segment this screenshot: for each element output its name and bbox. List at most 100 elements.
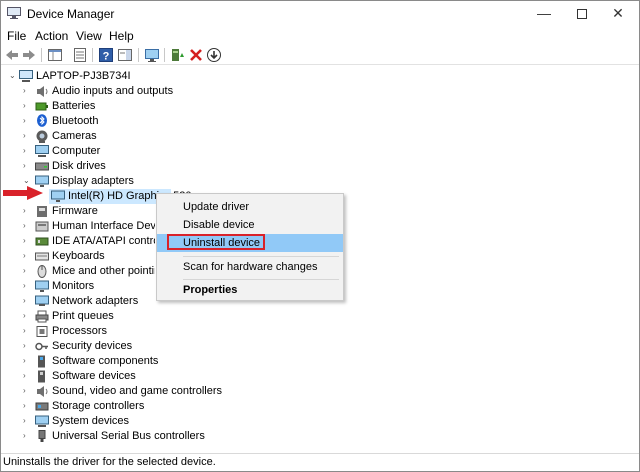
chevron-right-icon[interactable]: › [23, 282, 31, 290]
forward-arrow-icon[interactable] [21, 47, 37, 63]
tree-item-cameras[interactable]: › Cameras [1, 129, 201, 144]
uninstall-red-x-icon[interactable] [188, 47, 204, 63]
menu-bar: File Action View Help [1, 27, 639, 45]
properties-sheet-icon[interactable] [72, 47, 88, 63]
tree-item-hid[interactable]: › Human Interface Devices [1, 219, 155, 234]
computer-icon [19, 70, 33, 82]
chevron-right-icon[interactable]: › [23, 102, 31, 110]
tree-item-bluetooth[interactable]: › Bluetooth [1, 114, 201, 129]
chevron-right-icon[interactable]: › [23, 132, 31, 140]
tree-label: Bluetooth [52, 115, 99, 127]
keyboard-icon [35, 252, 49, 261]
tree-item-software-components[interactable]: › Software components [1, 354, 201, 369]
tree-label: Display adapters [52, 175, 134, 187]
device-manager-app-icon [7, 7, 21, 19]
hid-icon [35, 221, 49, 232]
disk-drive-icon [35, 162, 49, 171]
toolbar-separator [92, 48, 93, 62]
menu-item-properties[interactable]: Properties [157, 281, 343, 299]
menu-help[interactable]: Help [109, 29, 134, 43]
tree-item-batteries[interactable]: › Batteries [1, 99, 201, 114]
chevron-down-icon[interactable]: ⌄ [23, 177, 31, 185]
chevron-right-icon[interactable]: › [23, 312, 31, 320]
tree-item-disk-drives[interactable]: › Disk drives [1, 159, 201, 174]
tree-item-usb-controllers[interactable]: › Universal Serial Bus controllers [1, 429, 221, 444]
menu-item-scan-hardware[interactable]: Scan for hardware changes [157, 258, 343, 276]
tree-root-row[interactable]: ⌄ LAPTOP-PJ3B734I [1, 69, 201, 84]
svg-text:?: ? [103, 51, 110, 63]
chevron-right-icon[interactable]: › [23, 327, 31, 335]
tree-item-software-devices[interactable]: › Software devices [1, 369, 201, 384]
chevron-right-icon[interactable]: › [23, 357, 31, 365]
tree-label: Print queues [52, 310, 114, 322]
toolbar-separator [41, 48, 42, 62]
chevron-right-icon[interactable]: › [23, 402, 31, 410]
tree-label: Keyboards [52, 250, 105, 262]
chevron-right-icon[interactable]: › [23, 222, 31, 230]
help-icon[interactable]: ? [98, 47, 114, 63]
tree-label: Computer [52, 145, 101, 157]
tree-item-ide[interactable]: › IDE ATA/ATAPI controllers [1, 234, 155, 249]
chevron-right-icon[interactable]: › [23, 387, 31, 395]
context-menu: Update driver Disable device Uninstall d… [156, 193, 344, 301]
status-bar: Uninstalls the driver for the selected d… [1, 453, 639, 471]
menu-view[interactable]: View [76, 29, 102, 43]
speaker-icon [37, 386, 48, 397]
menu-action[interactable]: Action [35, 29, 68, 43]
tree-item-computer[interactable]: › Computer [1, 144, 201, 159]
tree-item-system-devices[interactable]: › System devices [1, 414, 201, 429]
tree-label: Sound, video and game controllers [52, 385, 222, 397]
network-adapter-icon [35, 295, 49, 306]
tree-label: Software components [52, 355, 159, 367]
menu-item-update-driver[interactable]: Update driver [157, 198, 343, 216]
chevron-right-icon[interactable]: › [23, 342, 31, 350]
chevron-right-icon[interactable]: › [23, 372, 31, 380]
tree-item-storage-controllers[interactable]: › Storage controllers [1, 399, 201, 414]
chevron-right-icon[interactable]: › [23, 417, 31, 425]
tree-item-sound-video[interactable]: › Sound, video and game controllers [1, 384, 222, 399]
chevron-right-icon[interactable]: › [23, 297, 31, 305]
chevron-right-icon[interactable]: › [23, 162, 31, 170]
display-adapter-icon [51, 190, 65, 202]
download-circle-icon[interactable] [206, 47, 222, 63]
close-button[interactable]: ✕ [595, 1, 640, 27]
tree-item-intel-graphics[interactable]: Intel(R) HD Graphics 520 [49, 189, 192, 204]
show-hide-console-tree-icon[interactable] [47, 47, 63, 63]
usb-icon [38, 430, 46, 442]
chevron-right-icon[interactable]: › [23, 432, 31, 440]
ide-controller-icon [35, 237, 49, 246]
chevron-right-icon[interactable]: › [23, 237, 31, 245]
update-driver-icon[interactable] [170, 47, 186, 63]
maximize-icon [577, 9, 587, 19]
chevron-right-icon[interactable]: › [23, 207, 31, 215]
tree-item-mice[interactable]: › Mice and other pointing devices [1, 264, 155, 279]
battery-icon [35, 102, 48, 111]
tree-label: Network adapters [52, 295, 139, 307]
tree-label: Disk drives [52, 160, 106, 172]
chevron-right-icon[interactable]: › [23, 267, 31, 275]
tree-label: Monitors [52, 280, 95, 292]
toolbar-separator [138, 48, 139, 62]
speaker-icon [37, 86, 48, 97]
tree-item-processors[interactable]: › Processors [1, 324, 201, 339]
chevron-right-icon[interactable]: › [23, 87, 31, 95]
chevron-down-icon[interactable]: ⌄ [9, 72, 17, 80]
tree-label: Mice and other pointing devices [52, 265, 155, 277]
toolbar: ? [1, 45, 639, 65]
tree-label: System devices [52, 415, 130, 427]
chevron-right-icon[interactable]: › [23, 117, 31, 125]
monitor-icon[interactable] [144, 47, 160, 63]
back-arrow-icon[interactable] [4, 47, 20, 63]
action-pane-icon[interactable] [117, 47, 133, 63]
tree-item-print-queues[interactable]: › Print queues [1, 309, 201, 324]
tree-item-audio[interactable]: › Audio inputs and outputs [1, 84, 201, 99]
menu-file[interactable]: File [7, 29, 26, 43]
tree-label: Audio inputs and outputs [52, 85, 174, 97]
menu-item-disable-device[interactable]: Disable device [157, 216, 343, 234]
chevron-right-icon[interactable]: › [23, 147, 31, 155]
window-title: Device Manager [27, 7, 115, 21]
system-device-icon [35, 415, 49, 427]
tree-label: Human Interface Devices [52, 220, 155, 232]
tree-item-security-devices[interactable]: › Security devices [1, 339, 201, 354]
chevron-right-icon[interactable]: › [23, 252, 31, 260]
